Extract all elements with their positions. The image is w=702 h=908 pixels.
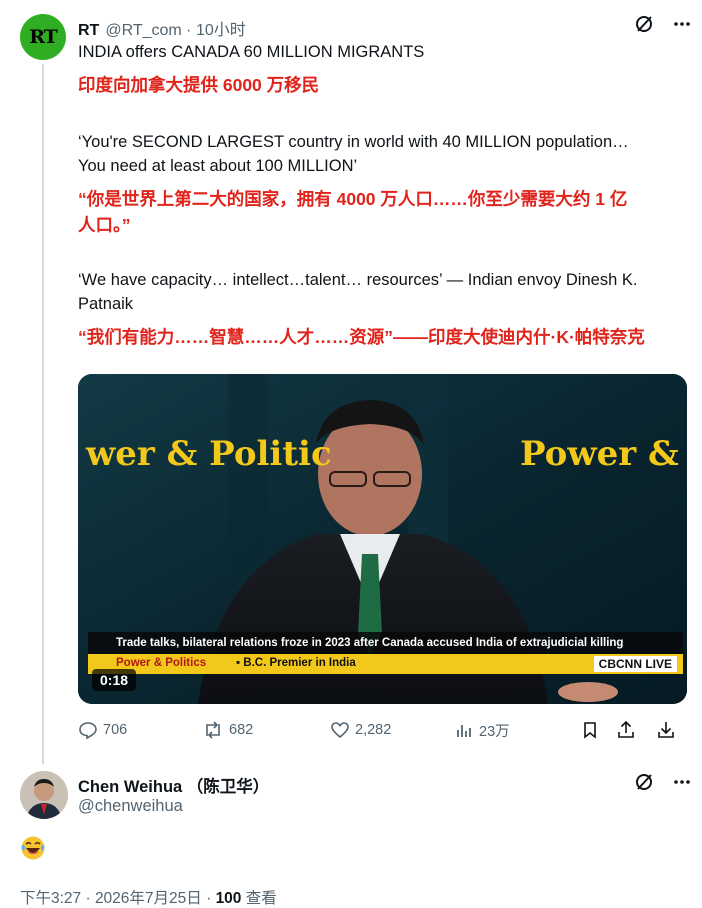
tweet-headline-cn: 印度向加拿大提供 6000 万移民 bbox=[78, 75, 320, 95]
quote2-cn: “我们有能力……智慧……人才……资源”——印度大使迪内什·K·帕特奈克 bbox=[78, 327, 645, 347]
more-options-icon[interactable] bbox=[672, 14, 692, 34]
reply-author-name[interactable]: Chen Weihua （陈卫华） bbox=[78, 773, 269, 797]
reply-count: 706 bbox=[103, 722, 128, 738]
quote1-en-line-a: ‘You're SECOND LARGEST country in world … bbox=[78, 133, 629, 151]
tweet-top-icons bbox=[634, 14, 692, 34]
heart-icon bbox=[330, 720, 350, 740]
video-duration: 0:18 bbox=[92, 669, 137, 691]
video-player[interactable]: wer & Politic Power & Trade talks, bilat… bbox=[78, 374, 687, 704]
ticker-topic: ▪ B.C. Premier in India bbox=[236, 657, 356, 669]
reply-author-handle[interactable]: @chenweihua bbox=[78, 797, 183, 816]
reply-top-icons bbox=[634, 772, 692, 792]
download-icon bbox=[656, 720, 676, 740]
rt-logo-text: RT bbox=[29, 26, 58, 48]
reply-timestamp[interactable]: 下午3:27 · 2026年7月25日 · bbox=[20, 890, 216, 907]
tweet-header: RT @RT_com · 10小时 bbox=[78, 16, 246, 40]
share-button[interactable] bbox=[616, 720, 636, 740]
reply-view-count: 100 bbox=[215, 890, 242, 907]
quote2-en-line-b: Patnaik bbox=[78, 295, 134, 313]
reply-author-avatar[interactable] bbox=[20, 771, 68, 819]
quote1-cn-line-b: 人口。” bbox=[78, 215, 131, 235]
share-icon bbox=[616, 720, 636, 740]
news-ticker-bar: Power & Politics ▪ B.C. Premier in India… bbox=[88, 654, 683, 674]
repost-count: 682 bbox=[229, 722, 254, 738]
repost-icon bbox=[202, 720, 224, 740]
tweet-action-bar: 706 682 2,282 23万 bbox=[78, 720, 688, 744]
like-count: 2,282 bbox=[355, 722, 392, 738]
network-live-badge: CBCNN LIVE bbox=[593, 656, 677, 672]
grok-icon[interactable] bbox=[634, 14, 654, 34]
more-options-icon[interactable] bbox=[672, 772, 692, 792]
laughing-tears-emoji-icon bbox=[20, 835, 46, 861]
views-button[interactable]: 23万 bbox=[454, 720, 510, 741]
author-handle[interactable]: @RT_com · 10小时 bbox=[105, 16, 245, 40]
quote1-en-line-b: You need at least about 100 MILLION’ bbox=[78, 157, 358, 175]
reply-button[interactable]: 706 bbox=[78, 720, 127, 740]
ticker-show-name: Power & Politics bbox=[116, 657, 207, 669]
tweet-headline-en: INDIA offers CANADA 60 MILLION MIGRANTS bbox=[78, 43, 425, 61]
like-button[interactable]: 2,282 bbox=[330, 720, 391, 740]
grok-icon[interactable] bbox=[634, 772, 654, 792]
bookmark-icon bbox=[580, 720, 600, 740]
download-button[interactable] bbox=[656, 720, 676, 740]
backdrop-sign-left: wer & Politic bbox=[86, 434, 332, 474]
reply-icon bbox=[78, 720, 98, 740]
views-count: 23万 bbox=[479, 724, 510, 740]
backdrop-sign-right: Power & bbox=[520, 434, 679, 474]
quote1-cn-line-a: “你是世界上第二大的国家，拥有 4000 万人口……你至少需要大约 1 亿 bbox=[78, 189, 628, 209]
author-name[interactable]: RT bbox=[78, 22, 99, 40]
bookmark-button[interactable] bbox=[580, 720, 600, 740]
reply-timestamp-views: 下午3:27 · 2026年7月25日 · 100 查看 bbox=[20, 886, 277, 908]
quote2-en-line-a: ‘We have capacity… intellect…talent… res… bbox=[78, 271, 638, 289]
repost-button[interactable]: 682 bbox=[202, 720, 253, 740]
views-chart-icon bbox=[454, 721, 474, 741]
news-ticker-headline: Trade talks, bilateral relations froze i… bbox=[88, 632, 683, 654]
reply-view-label: 查看 bbox=[241, 890, 277, 907]
author-avatar[interactable]: RT bbox=[20, 14, 66, 60]
thread-connector-line bbox=[42, 64, 44, 764]
